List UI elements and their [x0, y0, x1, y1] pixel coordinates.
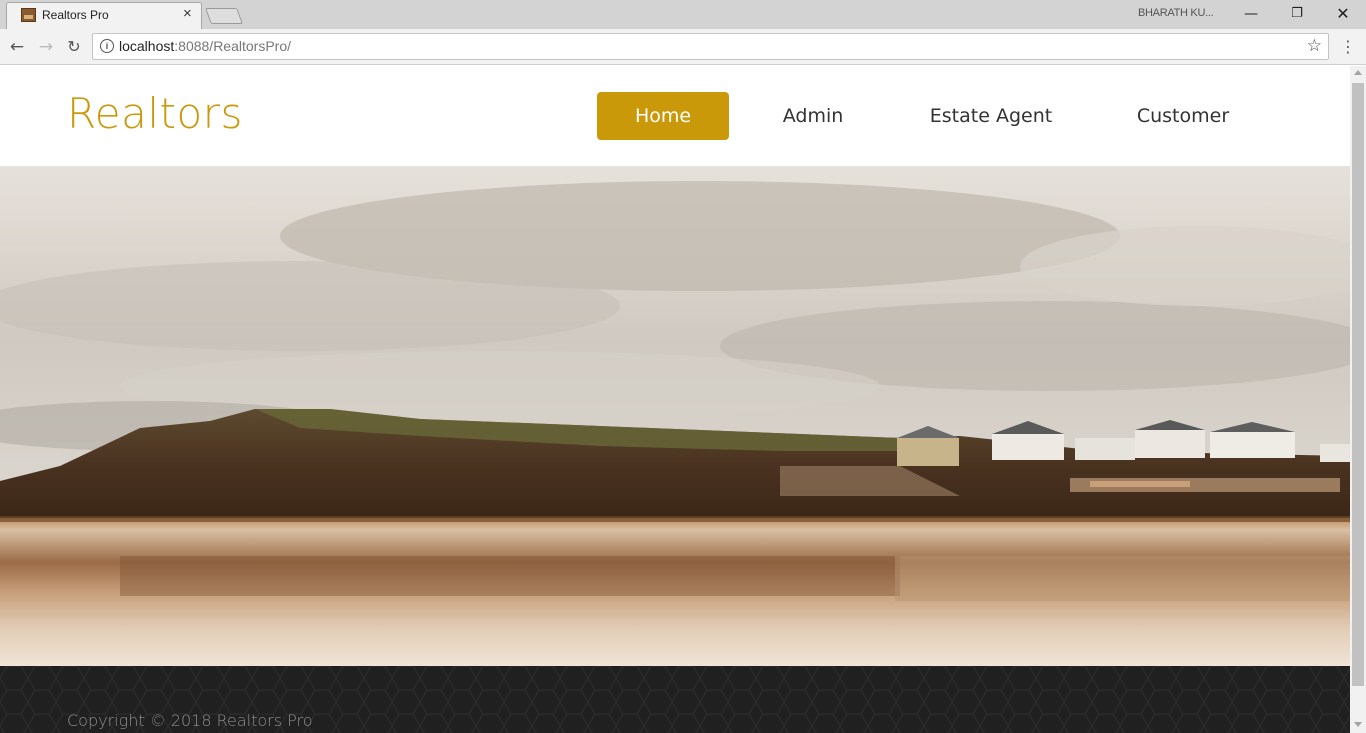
nav-customer[interactable]: Customer	[1130, 92, 1236, 140]
site-logo[interactable]: Realtors	[67, 89, 243, 138]
new-tab-button[interactable]	[205, 8, 243, 24]
window-close-icon[interactable]: ✕	[1320, 3, 1366, 25]
tab-close-icon[interactable]: ×	[183, 6, 192, 22]
url-text[interactable]: localhost:8088/RealtorsPro/	[119, 38, 291, 54]
scroll-down-icon[interactable]	[1354, 722, 1362, 727]
minimize-icon[interactable]: —	[1228, 3, 1274, 25]
browser-tab-strip: Realtors Pro × BHARATH KU... — ❐ ✕	[0, 0, 1366, 29]
bookmark-star-icon[interactable]: ☆	[1307, 36, 1322, 56]
url-path: :8088/RealtorsPro/	[174, 38, 291, 54]
nav-estate-agent[interactable]: Estate Agent	[925, 92, 1057, 140]
forward-arrow-icon[interactable]: →	[34, 35, 58, 59]
favicon-icon	[21, 8, 36, 22]
nav-home[interactable]: Home	[597, 92, 729, 140]
scroll-thumb[interactable]	[1352, 83, 1364, 686]
info-icon[interactable]: i	[100, 39, 114, 53]
kebab-menu-icon[interactable]: ⋮	[1340, 35, 1356, 59]
scroll-up-icon[interactable]	[1354, 70, 1362, 75]
browser-tab[interactable]: Realtors Pro ×	[6, 2, 202, 29]
vertical-scrollbar[interactable]	[1350, 66, 1366, 733]
reload-icon[interactable]: ↻	[62, 35, 86, 59]
address-bar[interactable]: i localhost:8088/RealtorsPro/ ☆	[92, 33, 1329, 60]
browser-toolbar: ← → ↻ i localhost:8088/RealtorsPro/ ☆ ⋮	[0, 29, 1366, 65]
copyright-text: Copyright © 2018 Realtors Pro	[67, 711, 313, 730]
profile-name[interactable]: BHARATH KU...	[1138, 7, 1214, 19]
back-arrow-icon[interactable]: ←	[5, 35, 29, 59]
tab-title: Realtors Pro	[42, 8, 109, 22]
hero-image	[0, 166, 1350, 666]
site-header: Realtors Home Admin Estate Agent Custome…	[0, 66, 1350, 166]
page-viewport: Realtors Home Admin Estate Agent Custome…	[0, 66, 1350, 733]
restore-icon[interactable]: ❐	[1274, 3, 1320, 25]
url-host: localhost	[119, 38, 175, 54]
site-footer: Copyright © 2018 Realtors Pro	[0, 666, 1350, 733]
nav-admin[interactable]: Admin	[770, 92, 856, 140]
